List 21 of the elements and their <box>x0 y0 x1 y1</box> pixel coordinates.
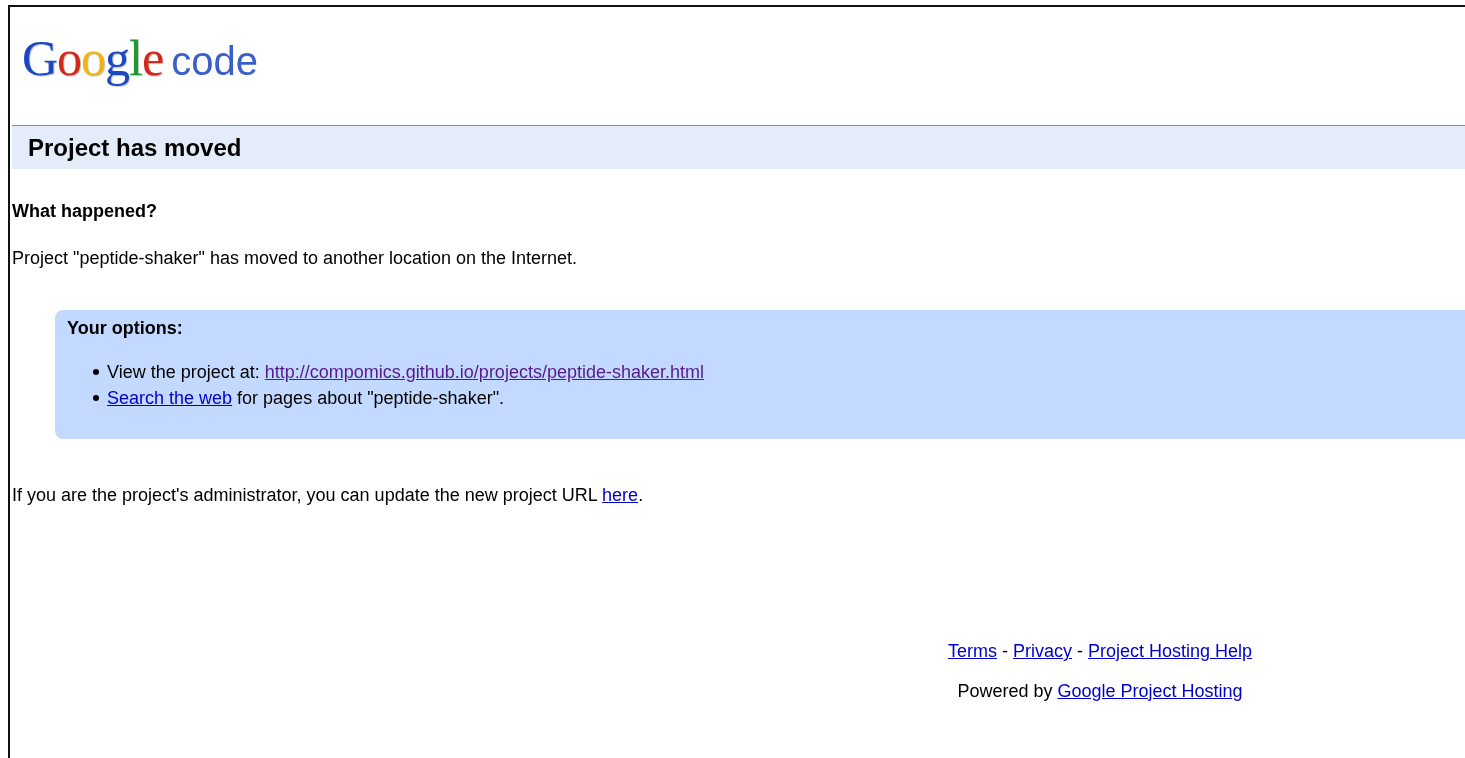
bullet-icon <box>93 395 99 401</box>
link[interactable]: Privacy <box>1012 641 1072 661</box>
link[interactable]: Search the web <box>107 385 233 411</box>
message-text: Project "peptide-shaker" has moved to another location on the Internet. <box>12 248 578 268</box>
text: Powered by <box>957 681 1054 701</box>
link[interactable]: here <box>602 485 639 505</box>
text: - <box>1000 641 1009 661</box>
options-title: Your options: <box>67 318 183 339</box>
text: If you are the project's administrator, you can update the new project URL <box>12 485 599 505</box>
text: View the project at: <box>107 361 261 384</box>
link[interactable]: Project Hosting Help <box>1087 641 1253 661</box>
section-heading: What happened? <box>12 201 157 222</box>
text: - <box>1075 641 1084 661</box>
logo: Google code <box>21 29 259 88</box>
link[interactable]: Terms <box>947 641 997 661</box>
bullet-icon <box>93 369 99 375</box>
page-title: Project has moved <box>28 134 242 162</box>
link[interactable]: http://compomics.github.io/projects/peptide-shaker.html <box>264 359 704 385</box>
text: . <box>638 485 644 505</box>
text: for pages about "peptide-shaker". <box>236 387 505 410</box>
link[interactable]: Google Project Hosting <box>1057 681 1243 701</box>
